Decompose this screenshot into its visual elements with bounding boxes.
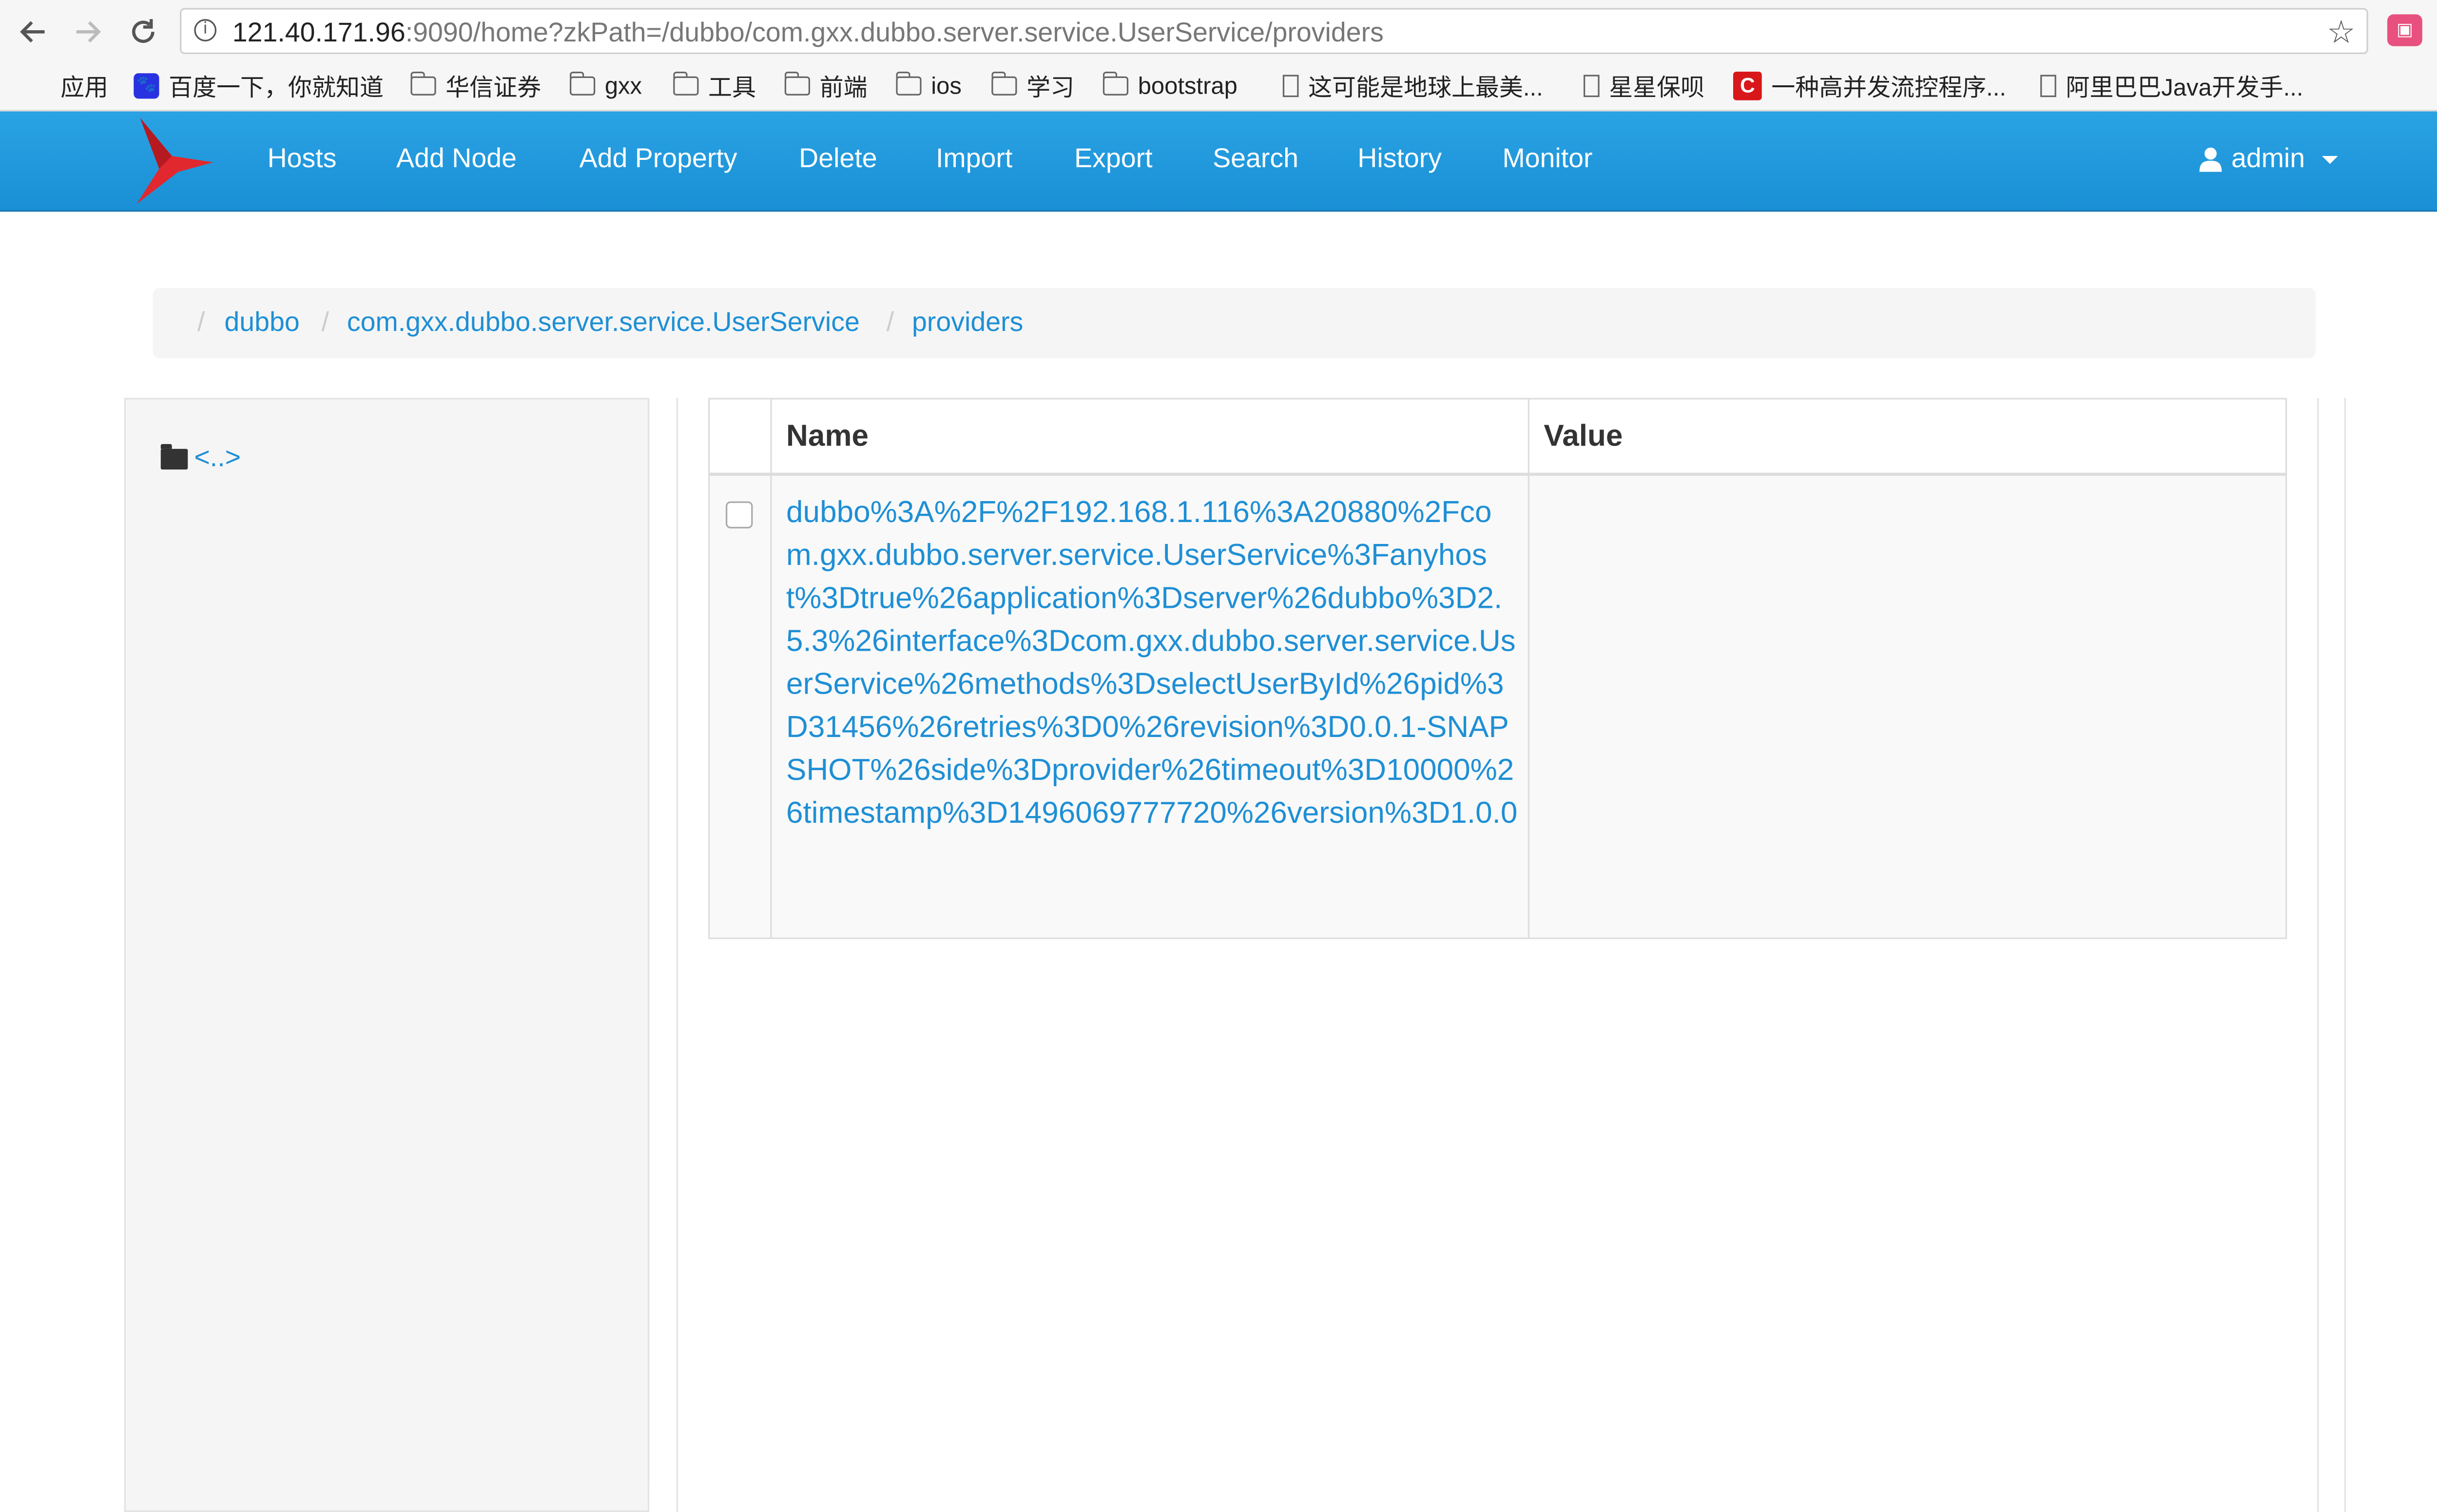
user-name: admin xyxy=(2231,143,2305,174)
panel-divider xyxy=(676,398,678,1512)
caret-down-icon xyxy=(2322,155,2339,163)
parent-node-link[interactable]: <..> xyxy=(160,442,241,474)
baidu-icon: 🐾 xyxy=(134,73,159,99)
breadcrumb-separator: / xyxy=(321,307,329,338)
bookmark-page-3[interactable]: 阿里巴巴Java开发手... xyxy=(2040,70,2303,102)
table-header-name: Name xyxy=(772,400,1528,476)
breadcrumb-separator: / xyxy=(886,307,894,338)
arrow-left-icon xyxy=(20,21,45,43)
user-icon xyxy=(2199,147,2222,172)
bookmark-label: ios xyxy=(931,72,962,100)
page-icon xyxy=(2040,75,2056,97)
bookmark-baidu[interactable]: 🐾 百度一下，你就知道 xyxy=(134,70,384,102)
bookmark-label: 百度一下，你就知道 xyxy=(169,74,384,101)
nav-hosts[interactable]: Hosts xyxy=(268,143,337,175)
bookmarks-bar: 应用 🐾 百度一下，你就知道 华信证券 gxx 工具 前端 ios 学习 boo… xyxy=(0,63,2437,112)
arrow-right-icon xyxy=(76,21,101,43)
properties-table: Name Value dubbo%3A%2F%2F192.168.1.116%3… xyxy=(708,398,2287,939)
nav-add-property[interactable]: Add Property xyxy=(580,143,737,175)
page-icon xyxy=(1583,75,1600,97)
folder-icon xyxy=(895,71,922,96)
browser-toolbar: i 121.40.171.96:9090/home?zkPath=/dubbo/… xyxy=(0,0,2437,64)
parent-node-label: <..> xyxy=(194,442,241,473)
bookmark-label: 华信证券 xyxy=(445,74,542,101)
bookmark-label: 这可能是地球上最美... xyxy=(1308,74,1543,101)
bookmark-label: bootstrap xyxy=(1138,72,1238,100)
app-navbar: Hosts Add Node Add Property Delete Impor… xyxy=(0,111,2437,212)
nav-monitor[interactable]: Monitor xyxy=(1502,143,1592,175)
url-path: :9090/home?zkPath=/dubbo/com.gxx.dubbo.s… xyxy=(405,17,1384,48)
right-edge-panel xyxy=(2317,398,2346,1512)
nav-history[interactable]: History xyxy=(1357,143,1442,175)
nav-import[interactable]: Import xyxy=(936,143,1012,175)
bookmark-folder-frontend[interactable]: 前端 xyxy=(784,70,868,102)
back-button[interactable] xyxy=(13,11,54,53)
folder-icon xyxy=(990,71,1017,96)
breadcrumb: / dubbo / com.gxx.dubbo.server.service.U… xyxy=(153,288,2316,358)
c-icon: C xyxy=(1733,71,1762,100)
folder-icon xyxy=(160,443,188,469)
bookmark-folder-bootstrap[interactable]: bootstrap xyxy=(1102,70,1238,102)
nav-delete[interactable]: Delete xyxy=(799,143,877,175)
bookmark-label: gxx xyxy=(604,72,642,100)
bookmark-label: 一种高并发流控程序... xyxy=(1771,74,2006,101)
breadcrumb-providers[interactable]: providers xyxy=(912,307,1023,339)
table-header-value: Value xyxy=(1529,400,2285,476)
bookmark-folder-study[interactable]: 学习 xyxy=(990,70,1075,102)
nav-add-node[interactable]: Add Node xyxy=(396,143,517,175)
bookmark-page-1[interactable]: 这可能是地球上最美... xyxy=(1282,70,1543,102)
folder-icon xyxy=(1102,71,1129,96)
address-bar[interactable]: i 121.40.171.96:9090/home?zkPath=/dubbo/… xyxy=(179,8,2368,55)
bookmark-apps[interactable]: 应用 xyxy=(25,70,108,102)
folder-icon xyxy=(672,71,699,96)
url-host: 121.40.171.96 xyxy=(232,17,406,48)
bookmark-page-2[interactable]: 星星保呗 xyxy=(1583,70,1705,102)
reload-icon xyxy=(132,19,155,43)
breadcrumb-service[interactable]: com.gxx.dubbo.server.service.UserService xyxy=(347,307,860,339)
bookmark-folder-gxx[interactable]: gxx xyxy=(569,70,642,102)
bookmark-c[interactable]: C 一种高并发流控程序... xyxy=(1733,70,2006,102)
bookmark-folder-ios[interactable]: ios xyxy=(895,70,962,102)
row-name-link[interactable]: dubbo%3A%2F%2F192.168.1.116%3A20880%2Fco… xyxy=(786,492,1522,835)
nav-export[interactable]: Export xyxy=(1074,143,1152,175)
forward-button[interactable] xyxy=(67,11,108,53)
bookmark-label: 应用 xyxy=(60,74,109,101)
row-checkbox[interactable] xyxy=(725,501,753,529)
apps-grid-icon xyxy=(25,73,51,98)
node-tree-panel: <..> xyxy=(124,398,650,1512)
bird-logo-icon[interactable] xyxy=(124,115,216,207)
info-icon[interactable]: i xyxy=(194,19,217,41)
bookmark-label: 前端 xyxy=(819,74,868,101)
bookmark-label: 学习 xyxy=(1026,74,1075,101)
folder-icon xyxy=(784,71,811,96)
page-icon xyxy=(1282,75,1299,97)
reload-button[interactable] xyxy=(122,11,164,53)
bookmark-label: 阿里巴巴Java开发手... xyxy=(2066,74,2303,101)
url-text[interactable]: 121.40.171.96:9090/home?zkPath=/dubbo/co… xyxy=(232,18,1384,49)
column-divider xyxy=(1528,399,1529,938)
folder-icon xyxy=(569,71,596,96)
extension-icon[interactable]: ▣ xyxy=(2387,14,2422,46)
bookmark-star-icon[interactable]: ☆ xyxy=(2327,13,2356,51)
breadcrumb-dubbo[interactable]: dubbo xyxy=(224,307,299,339)
table-header-select xyxy=(710,400,771,476)
breadcrumb-separator: / xyxy=(197,307,205,338)
user-menu[interactable]: admin xyxy=(2198,143,2339,175)
bookmark-label: 工具 xyxy=(708,74,756,101)
table-row: dubbo%3A%2F%2F192.168.1.116%3A20880%2Fco… xyxy=(710,476,2285,938)
nav-search[interactable]: Search xyxy=(1213,143,1298,175)
column-divider xyxy=(770,399,772,938)
bookmark-folder-tools[interactable]: 工具 xyxy=(672,70,756,102)
bookmark-label: 星星保呗 xyxy=(1609,74,1705,101)
bookmark-folder-huaxin[interactable]: 华信证券 xyxy=(409,70,542,102)
folder-icon xyxy=(409,71,436,96)
